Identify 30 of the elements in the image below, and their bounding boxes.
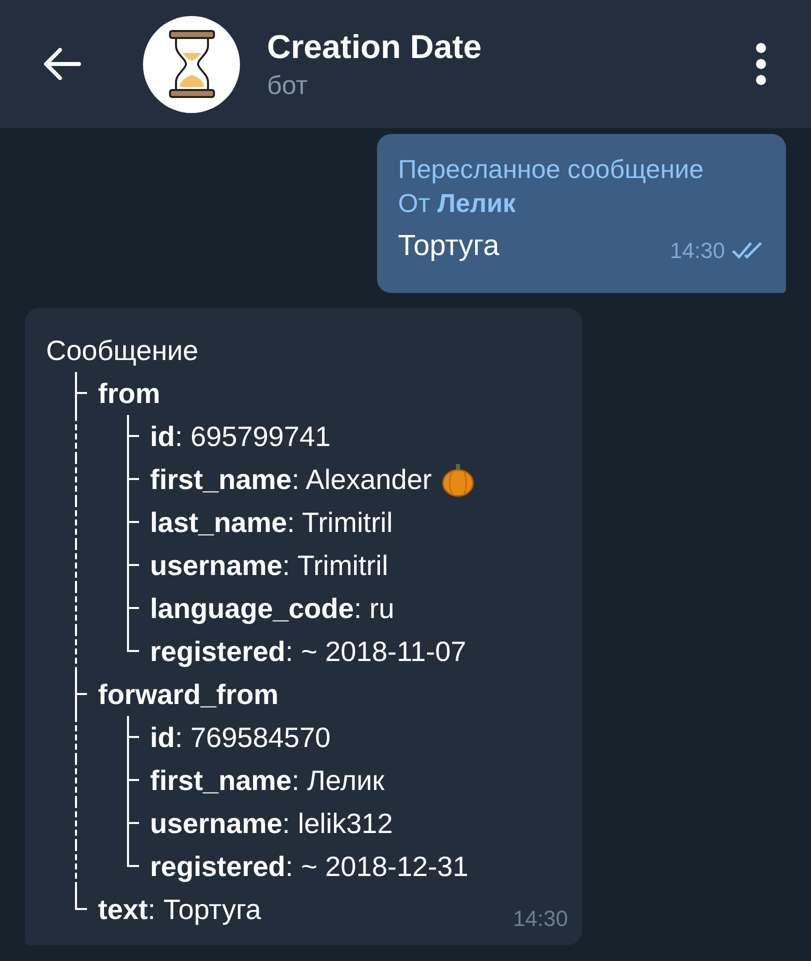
tree-node-label: registered: ~ 2018-11-07 — [150, 635, 466, 669]
back-arrow-icon — [43, 47, 81, 81]
message-heading: Сообщение — [46, 334, 198, 368]
tree-node-label: username: lelik312 — [150, 807, 393, 841]
tree-node-label: first_name: Alexander — [150, 463, 432, 497]
tree-connector — [127, 458, 139, 501]
chat-title: Creation Date — [267, 27, 482, 67]
tree-connector — [127, 716, 139, 759]
tree-node-label: registered: ~ 2018-12-31 — [150, 850, 468, 884]
tree-node-label: id: 695799741 — [150, 420, 331, 454]
message-text: Тортуга — [398, 229, 500, 264]
tree-connector — [127, 415, 139, 458]
tree-node-label: language_code: ru — [150, 592, 394, 626]
more-icon — [755, 42, 767, 86]
tree-node-label: username: Trimitril — [150, 549, 388, 583]
tree-node-label: id: 769584570 — [150, 721, 331, 755]
forward-sender: От Лелик — [398, 187, 517, 220]
message-time: 14:30 — [670, 237, 725, 265]
forward-label: Пересланное сообщение — [398, 153, 705, 186]
tree-connector — [127, 501, 139, 544]
hourglass-icon — [168, 29, 216, 99]
message-time: 14:30 — [512, 905, 568, 933]
tree-node-label: last_name: Trimitril — [150, 506, 393, 540]
chat-subtitle: бот — [267, 69, 309, 102]
tree-node-label: from — [98, 377, 160, 411]
tree-node-label: forward_from — [98, 678, 278, 712]
tree-node-label: text: Тортуга — [98, 893, 262, 927]
tree-node-label: first_name: Лелик — [150, 764, 384, 798]
tree-connector — [127, 759, 139, 802]
tree-connector — [127, 544, 139, 587]
